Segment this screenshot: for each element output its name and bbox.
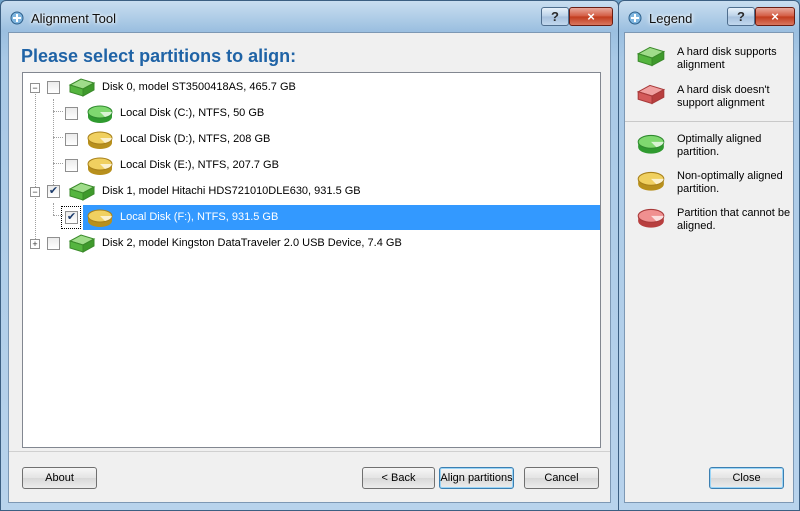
tree-item-partition-d[interactable]: Local Disk (D:), NTFS, 208 GB — [23, 127, 600, 152]
legend-client-area: A hard disk supports alignment A hard di… — [624, 32, 794, 503]
app-icon — [627, 10, 643, 26]
legend-text: A hard disk supports alignment — [677, 46, 777, 71]
divider — [9, 451, 610, 452]
app-icon — [9, 10, 25, 26]
help-button[interactable]: ? — [541, 7, 569, 26]
legend-window: Legend ? × A hard disk supports alignmen… — [618, 0, 800, 511]
legend-close-window-button[interactable]: × — [755, 7, 795, 26]
red-partition-icon — [635, 206, 667, 233]
green-partition-icon — [635, 132, 667, 159]
legend-title-bar[interactable]: Legend ? × — [619, 1, 799, 33]
collapse-toggle[interactable]: − — [30, 83, 40, 93]
tree-item-label: Local Disk (D:), NTFS, 208 GB — [120, 133, 271, 145]
tree-item-partition-f[interactable]: ✔ Local Disk (F:), NTFS, 931.5 GB — [23, 205, 600, 230]
partition-e-checkbox[interactable] — [65, 159, 78, 172]
close-window-button[interactable]: × — [569, 7, 613, 26]
tree-item-label: Disk 2, model Kingston DataTraveler 2.0 … — [102, 237, 402, 249]
align-partitions-button[interactable]: Align partitions — [439, 467, 514, 489]
tree-item-partition-e[interactable]: Local Disk (E:), NTFS, 207.7 GB — [23, 153, 600, 178]
green-partition-icon — [85, 103, 115, 125]
tree-item-label: Local Disk (C:), NTFS, 50 GB — [120, 107, 265, 119]
tree-item-label: Disk 1, model Hitachi HDS721010DLE630, 9… — [102, 185, 361, 197]
alignment-tool-window: Alignment Tool ? × Please select partiti… — [0, 0, 619, 511]
partition-f-checkbox[interactable]: ✔ — [65, 211, 78, 224]
legend-text: Optimally aligned partition. — [677, 133, 762, 158]
disk-2-checkbox[interactable] — [47, 237, 60, 250]
legend-text: Partition that cannot be aligned. — [677, 207, 791, 232]
partition-d-checkbox[interactable] — [65, 133, 78, 146]
yellow-partition-icon — [85, 155, 115, 177]
expand-toggle[interactable]: + — [30, 239, 40, 249]
legend-help-button[interactable]: ? — [727, 7, 755, 26]
green-hard-disk-icon — [635, 45, 667, 72]
main-client-area: Please select partitions to align: − Dis… — [8, 32, 611, 503]
legend-item-supported-disk: A hard disk supports alignment — [625, 43, 795, 83]
legend-divider — [625, 121, 793, 122]
legend-title: Legend — [649, 11, 693, 26]
tree-item-label: Local Disk (F:), NTFS, 931.5 GB — [120, 211, 279, 223]
legend-text: Non-optimally aligned partition. — [677, 170, 783, 195]
yellow-partition-icon — [85, 207, 115, 229]
disk-1-checkbox[interactable]: ✔ — [47, 185, 60, 198]
tree-item-label: Local Disk (E:), NTFS, 207.7 GB — [120, 159, 279, 171]
window-title: Alignment Tool — [31, 11, 117, 26]
legend-text: A hard disk doesn't support alignment — [677, 84, 770, 109]
page-title: Please select partitions to align: — [21, 46, 297, 66]
tree-item-label: Disk 0, model ST3500418AS, 465.7 GB — [102, 81, 296, 93]
about-button[interactable]: About — [22, 467, 97, 489]
title-bar[interactable]: Alignment Tool ? × — [1, 1, 618, 33]
disk-0-checkbox[interactable] — [47, 81, 60, 94]
tree-item-partition-c[interactable]: Local Disk (C:), NTFS, 50 GB — [23, 101, 600, 126]
cancel-button[interactable]: Cancel — [524, 467, 599, 489]
red-hard-disk-icon — [635, 83, 667, 110]
hard-disk-icon — [67, 77, 97, 99]
yellow-partition-icon — [85, 129, 115, 151]
hard-disk-icon — [67, 181, 97, 203]
legend-close-button[interactable]: Close — [709, 467, 784, 489]
legend-item-optimal-partition: Optimally aligned partition. — [625, 130, 795, 170]
yellow-partition-icon — [635, 169, 667, 196]
partition-c-checkbox[interactable] — [65, 107, 78, 120]
legend-item-unalignable-partition: Partition that cannot be aligned. — [625, 204, 795, 244]
tree-item-disk-2[interactable]: + Disk 2, model Kingston DataTraveler 2.… — [23, 231, 600, 256]
tree-item-disk-0[interactable]: − Disk 0, model ST3500418AS, 465.7 GB — [23, 75, 600, 100]
legend-item-unsupported-disk: A hard disk doesn't support alignment — [625, 81, 795, 121]
hard-disk-icon — [67, 233, 97, 255]
collapse-toggle[interactable]: − — [30, 187, 40, 197]
back-button[interactable]: < Back — [362, 467, 435, 489]
partition-tree[interactable]: − Disk 0, model ST3500418AS, 465.7 GB Lo… — [22, 72, 601, 448]
legend-item-non-optimal-partition: Non-optimally aligned partition. — [625, 167, 795, 207]
tree-item-disk-1[interactable]: − ✔ Disk 1, model Hitachi HDS721010DLE63… — [23, 179, 600, 204]
